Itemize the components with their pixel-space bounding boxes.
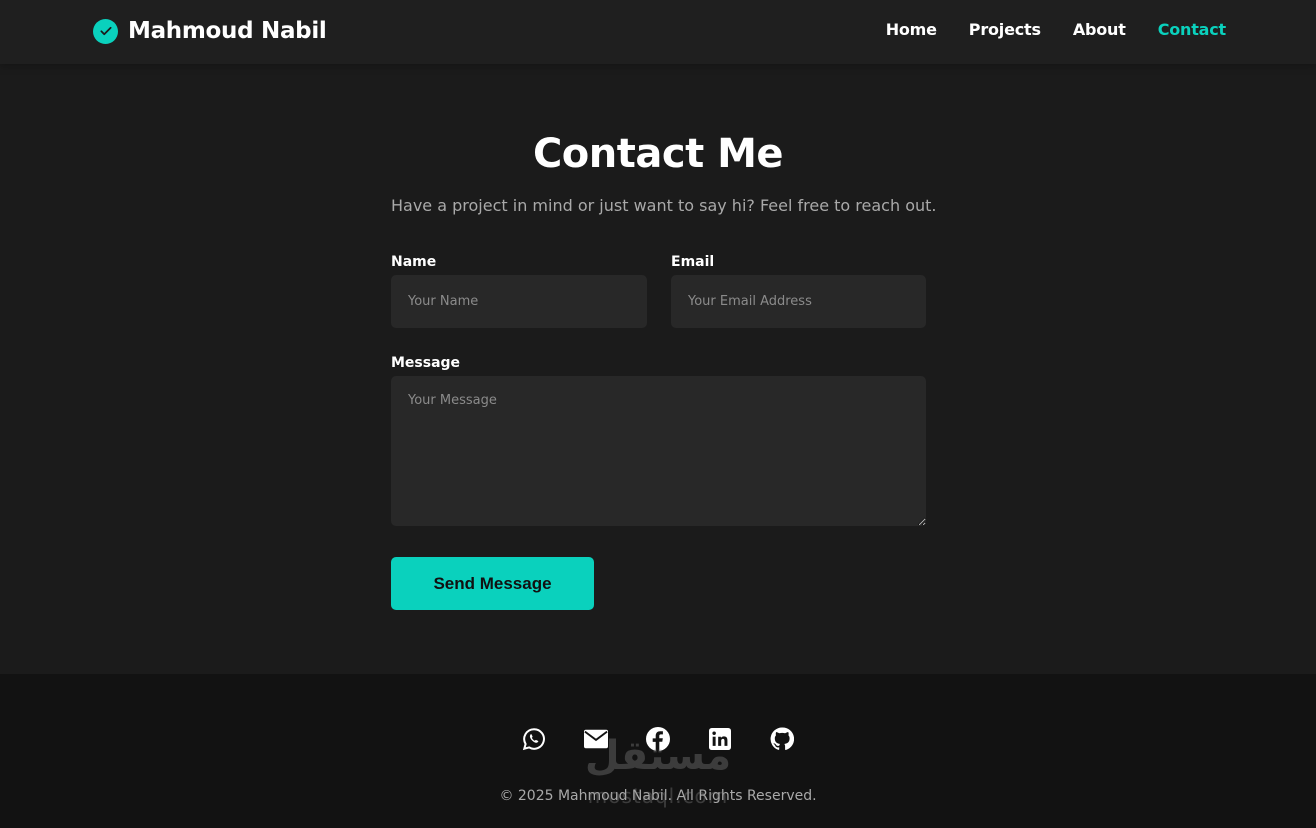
- check-circle-icon: [93, 18, 118, 44]
- message-textarea[interactable]: [391, 376, 926, 526]
- brand-link[interactable]: Mahmoud Nabil: [93, 17, 327, 45]
- linkedin-icon[interactable]: [708, 727, 732, 751]
- name-label: Name: [391, 254, 437, 270]
- email-input[interactable]: [671, 275, 926, 328]
- message-label: Message: [391, 355, 461, 371]
- page-title: Contact Me: [532, 131, 784, 177]
- facebook-icon[interactable]: [646, 727, 670, 751]
- mail-icon[interactable]: [584, 727, 608, 751]
- email-label: Email: [671, 254, 715, 270]
- nav-home[interactable]: Home: [886, 20, 937, 39]
- brand-name: Mahmoud Nabil: [128, 18, 327, 44]
- site-header: Mahmoud Nabil Home Projects About Contac…: [0, 0, 1316, 64]
- site-footer: © 2025 Mahmoud Nabil. All Rights Reserve…: [0, 674, 1316, 828]
- name-input[interactable]: [391, 275, 647, 328]
- contact-section: Contact Me Have a project in mind or jus…: [0, 64, 1316, 674]
- whatsapp-icon[interactable]: [522, 727, 546, 751]
- main-nav: Home Projects About Contact: [886, 20, 1227, 39]
- page-subtitle: Have a project in mind or just want to s…: [391, 196, 937, 215]
- nav-contact[interactable]: Contact: [1158, 20, 1227, 39]
- social-links: [0, 727, 1316, 751]
- github-icon[interactable]: [770, 727, 794, 751]
- send-message-button[interactable]: Send Message: [391, 557, 594, 610]
- copyright-text: © 2025 Mahmoud Nabil. All Rights Reserve…: [499, 788, 817, 804]
- nav-projects[interactable]: Projects: [969, 20, 1041, 39]
- nav-about[interactable]: About: [1073, 20, 1126, 39]
